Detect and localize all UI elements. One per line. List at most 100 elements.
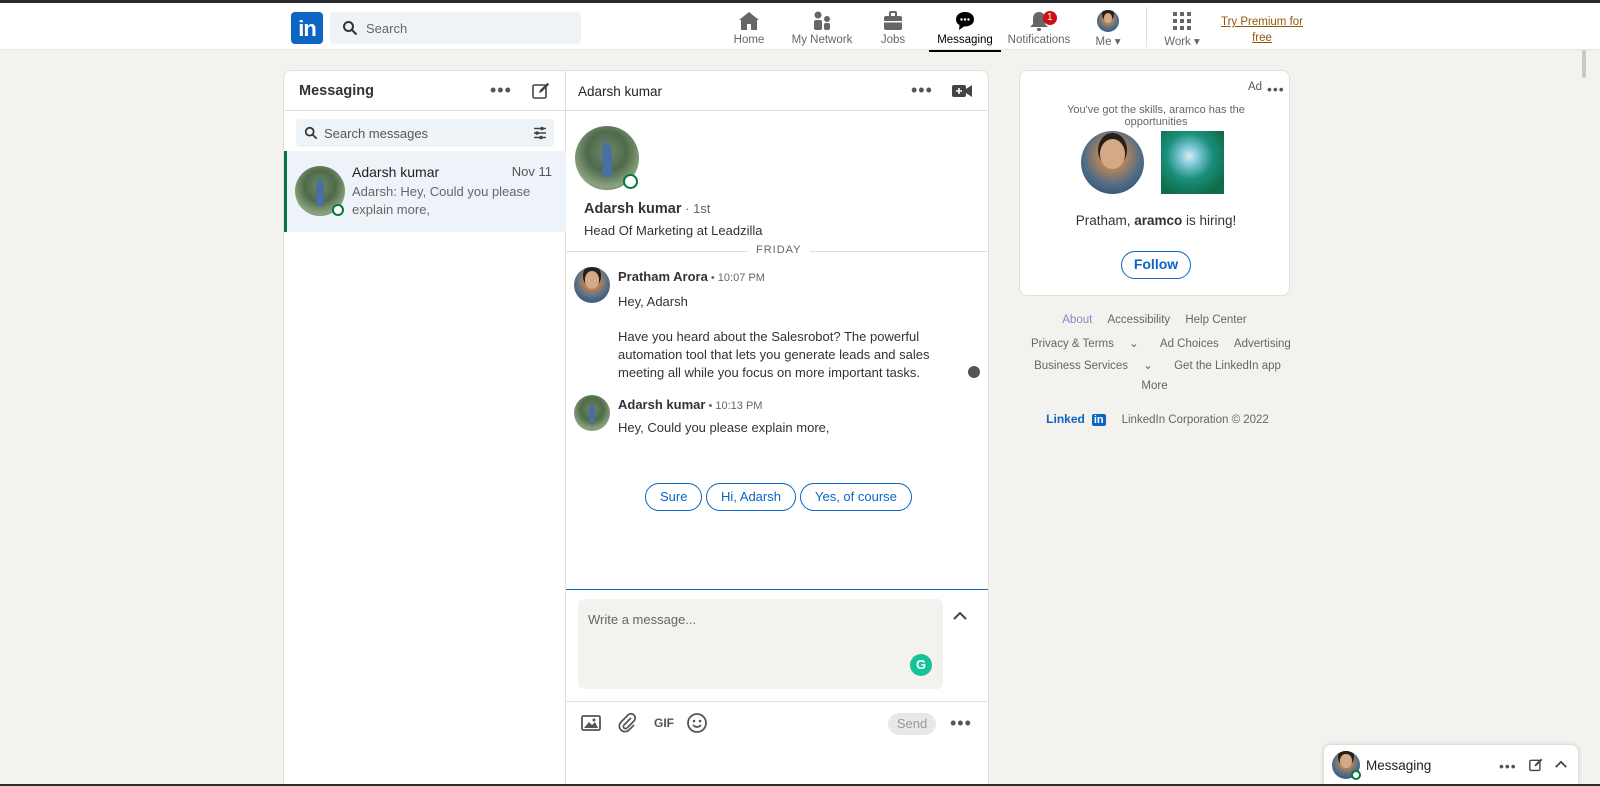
compose-icon[interactable] [1529, 758, 1543, 772]
nav-me[interactable]: Me ▾ [1090, 7, 1126, 51]
online-status-icon [1351, 770, 1361, 780]
read-receipt-icon [968, 366, 980, 378]
chat-title[interactable]: Adarsh kumar [578, 84, 662, 99]
footer-about-link[interactable]: About [1062, 314, 1092, 326]
message-text: Hey, Could you please explain more, [618, 420, 830, 435]
more-options-icon[interactable]: ••• [950, 714, 972, 732]
wordmark-in: in [1091, 414, 1106, 426]
more-options-icon[interactable]: ••• [911, 81, 933, 99]
avatar[interactable] [574, 395, 610, 431]
network-icon [814, 11, 830, 30]
profile-name: Adarsh kumar [584, 201, 682, 217]
message-input[interactable]: Write a message... G [578, 599, 943, 689]
quick-reply-button[interactable]: Sure [645, 483, 703, 511]
aramco-logo-icon[interactable] [1161, 131, 1224, 194]
search-icon [343, 21, 358, 36]
composer-divider [566, 589, 988, 590]
message-sender[interactable]: Pratham Arora [618, 269, 708, 284]
nav-home-label: Home [733, 34, 765, 46]
follow-button[interactable]: Follow [1121, 251, 1191, 279]
quick-reply-button[interactable]: Hi, Adarsh [706, 483, 796, 511]
footer-row: More [1019, 380, 1290, 392]
footer-row: Business Services ⌄ Get the LinkedIn app [1019, 358, 1290, 372]
filter-icon[interactable] [533, 126, 547, 140]
footer-getapp-link[interactable]: Get the LinkedIn app [1174, 360, 1281, 372]
nav-my-network[interactable]: My Network [790, 7, 854, 51]
chevron-down-icon: ⌄ [1143, 360, 1153, 372]
linkedin-logo-icon[interactable]: in [291, 12, 323, 44]
more-options-icon[interactable]: ••• [1499, 759, 1517, 773]
nav-work-row: Work ▾ [1160, 34, 1204, 48]
nav-notifications[interactable]: 1 Notifications [1007, 7, 1071, 51]
grammarly-icon[interactable]: G [910, 654, 932, 676]
more-options-icon[interactable]: ••• [490, 81, 512, 99]
footer-advertising-link[interactable]: Advertising [1234, 338, 1291, 350]
day-label: FRIDAY [748, 244, 810, 256]
ad-hiring-text: Pratham, aramco is hiring! [1036, 213, 1276, 228]
ad-label: Ad [1248, 81, 1263, 93]
footer-adchoices-link[interactable]: Ad Choices [1160, 338, 1219, 350]
conversation-item[interactable]: Adarsh kumar Nov 11 Adarsh: Hey, Could y… [284, 151, 566, 232]
conversation-name: Adarsh kumar [352, 164, 440, 180]
messaging-overlay-bar[interactable]: Messaging ••• [1323, 744, 1579, 786]
avatar[interactable] [574, 267, 610, 303]
quick-reply-button[interactable]: Yes, of course [800, 483, 912, 511]
message-text: Have you heard about the Salesrobot? The… [618, 329, 930, 380]
search-messages-placeholder: Search messages [324, 126, 429, 141]
conversation-list-pane: Messaging ••• Search messages Adarsh kum… [284, 71, 566, 785]
nav-notifications-label: Notifications [1007, 34, 1071, 46]
video-call-icon[interactable] [952, 83, 972, 99]
footer-privacy-link[interactable]: Privacy & Terms ⌄ [1025, 338, 1145, 350]
profile-name-row[interactable]: Adarsh kumar · 1st [584, 201, 710, 217]
compose-icon[interactable] [532, 82, 550, 100]
footer-business-label: Business Services [1034, 360, 1129, 372]
ad-hiring-suffix: is hiring! [1182, 213, 1237, 228]
footer-row: Privacy & Terms ⌄ Ad Choices Advertising [1019, 336, 1291, 350]
messaging-title: Messaging [299, 83, 374, 99]
overlay-title: Messaging [1366, 758, 1432, 773]
ad-company: aramco [1134, 213, 1183, 228]
ad-tagline: You've got the skills, aramco has the op… [1067, 104, 1245, 128]
message-text: Hey, Adarsh [618, 294, 688, 309]
nav-home[interactable]: Home [728, 7, 770, 51]
message-sender-row: Pratham Arora • 10:07 PM [618, 269, 765, 284]
wordmark-text: Linked [1046, 412, 1085, 426]
footer-accessibility-link[interactable]: Accessibility [1108, 314, 1171, 326]
send-button[interactable]: Send [888, 713, 936, 735]
nav-me-label: Me [1095, 36, 1112, 48]
gif-button[interactable]: GIF [654, 716, 674, 730]
paperclip-icon[interactable] [616, 712, 638, 734]
messaging-icon [956, 12, 974, 30]
more-options-icon[interactable]: ••• [1267, 82, 1285, 96]
message-sender-row: Adarsh kumar • 10:13 PM [618, 397, 762, 412]
nav-work-label: Work [1164, 36, 1191, 48]
chevron-down-icon: ▾ [1114, 36, 1121, 48]
chevron-down-icon: ⌄ [1129, 338, 1139, 350]
footer-more-link[interactable]: More [1141, 380, 1167, 392]
search-messages-input[interactable]: Search messages [296, 119, 554, 147]
global-search-input[interactable]: Search [330, 12, 581, 44]
toolbar-divider [566, 701, 988, 702]
nav-messaging[interactable]: Messaging [929, 7, 1001, 52]
chevron-up-icon[interactable] [952, 611, 968, 621]
footer-business-link[interactable]: Business Services ⌄ [1028, 360, 1159, 372]
message-sender[interactable]: Adarsh kumar [618, 397, 705, 412]
search-icon [304, 126, 318, 140]
image-icon[interactable] [580, 712, 602, 734]
online-status-icon [623, 174, 638, 189]
nav-separator [1146, 7, 1147, 47]
nav-me-row: Me ▾ [1090, 34, 1126, 48]
global-nav: in Search Home My Network Jobs Messaging… [0, 3, 1600, 52]
nav-jobs[interactable]: Jobs [872, 7, 914, 51]
avatar [1081, 131, 1144, 194]
conversation-list-header: Messaging ••• [284, 71, 565, 111]
try-premium-link[interactable]: Try Premium for free [1220, 14, 1304, 46]
nav-work[interactable]: Work ▾ [1160, 7, 1204, 51]
emoji-icon[interactable] [686, 712, 708, 734]
footer-help-link[interactable]: Help Center [1185, 314, 1246, 326]
chevron-down-icon: ▾ [1194, 36, 1200, 48]
chevron-up-icon[interactable] [1554, 760, 1568, 769]
nav-messaging-label: Messaging [937, 34, 993, 46]
notification-badge: 1 [1043, 11, 1057, 25]
page-scrollbar[interactable] [1582, 50, 1586, 78]
